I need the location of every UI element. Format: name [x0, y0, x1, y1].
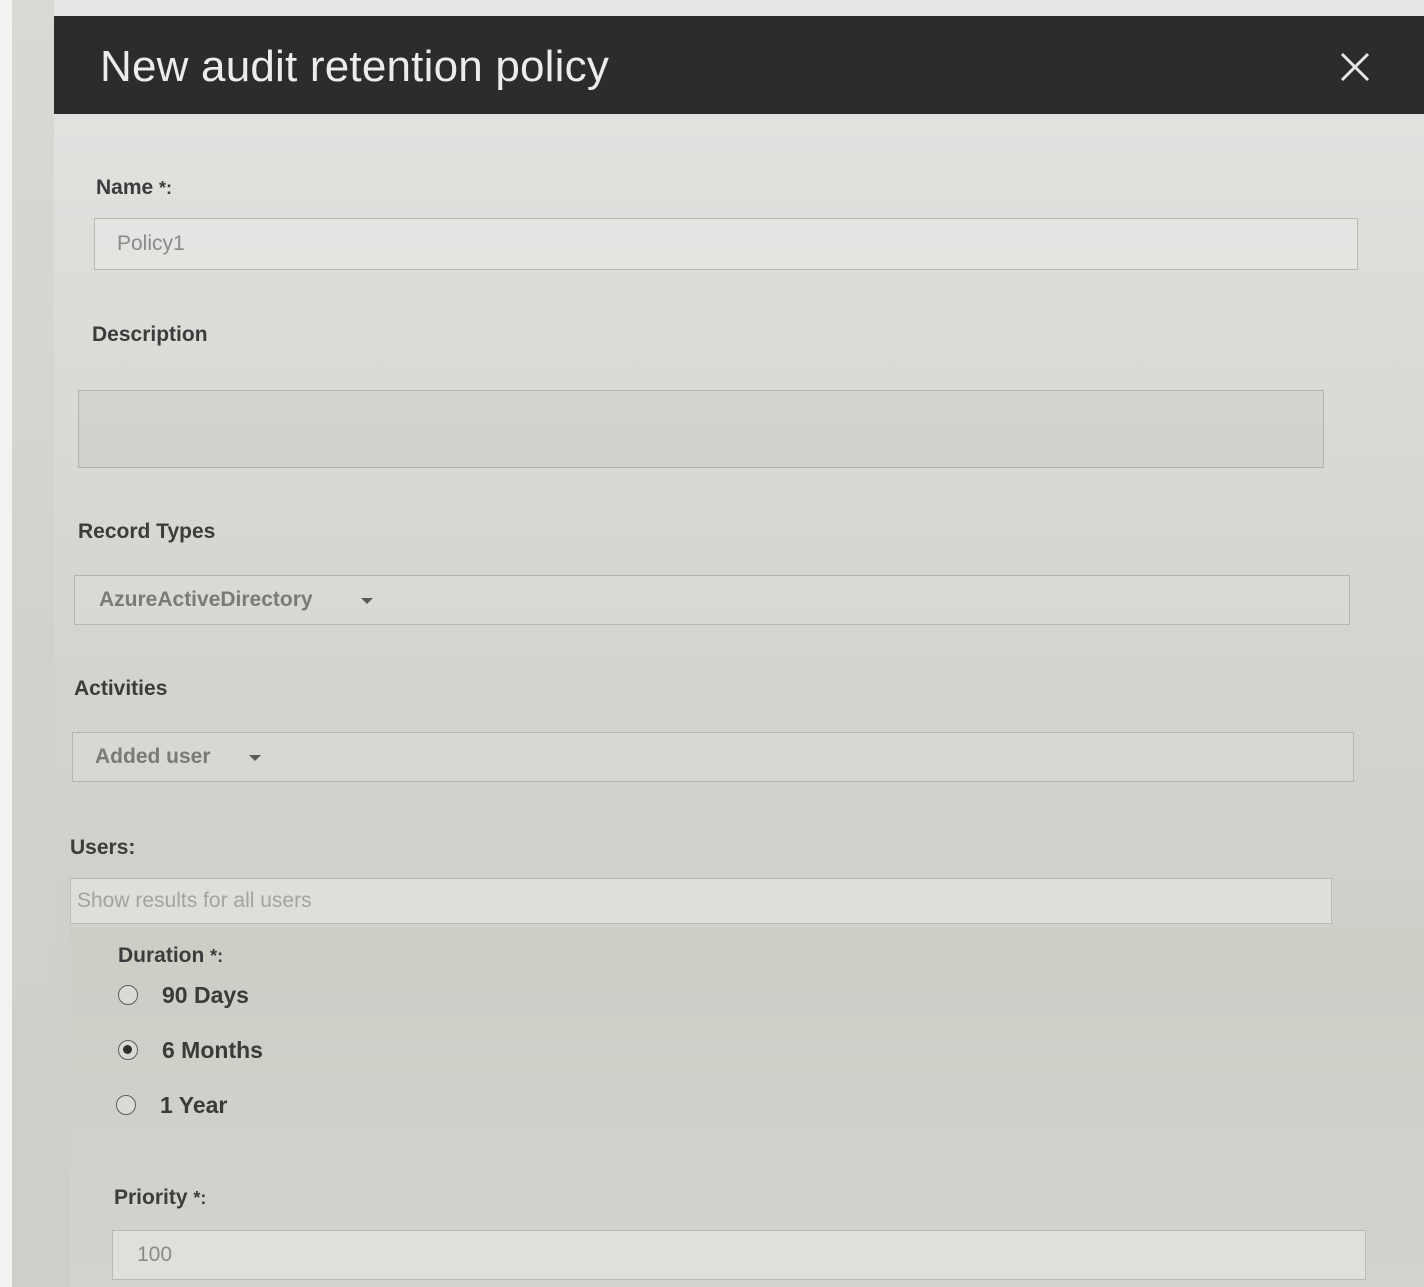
activities-label: Activities: [74, 677, 168, 700]
chevron-down-icon: [249, 755, 261, 761]
close-button[interactable]: [1338, 50, 1372, 84]
duration-option-1-year[interactable]: 1 Year: [116, 1092, 316, 1122]
activities-dropdown[interactable]: Added user: [72, 732, 1354, 782]
record-types-dropdown[interactable]: AzureActiveDirectory: [74, 575, 1350, 625]
window-top-edge: [54, 0, 1424, 16]
description-label: Description: [92, 323, 208, 346]
record-types-label: Record Types: [78, 520, 216, 543]
radio-unchecked-icon: [116, 1095, 136, 1115]
required-marker: *:: [193, 1188, 207, 1208]
required-marker: *:: [159, 178, 173, 198]
users-label: Users:: [70, 836, 136, 859]
duration-option-6-months[interactable]: 6 Months: [118, 1037, 358, 1067]
duration-option-90-days[interactable]: 90 Days: [118, 982, 338, 1012]
close-icon: [1340, 52, 1370, 82]
users-input[interactable]: [70, 878, 1332, 924]
dialog-title: New audit retention policy: [100, 42, 610, 91]
description-input[interactable]: [78, 390, 1324, 468]
dialog-header: New audit retention policy: [54, 16, 1424, 114]
activities-selected: Added user: [95, 745, 211, 768]
required-marker: *:: [210, 946, 224, 966]
name-label: Name *:: [96, 176, 173, 199]
chevron-down-icon: [361, 598, 373, 604]
radio-unchecked-icon: [118, 985, 138, 1005]
audit-retention-policy-dialog: New audit retention policy Name *: Descr…: [54, 16, 1424, 1287]
record-types-selected: AzureActiveDirectory: [99, 588, 313, 611]
priority-label: Priority *:: [114, 1186, 207, 1209]
radio-checked-icon: [118, 1040, 138, 1060]
priority-input[interactable]: [112, 1230, 1366, 1280]
photo-edge: [0, 0, 12, 1287]
duration-label: Duration *:: [118, 944, 224, 967]
name-input[interactable]: [94, 218, 1358, 270]
